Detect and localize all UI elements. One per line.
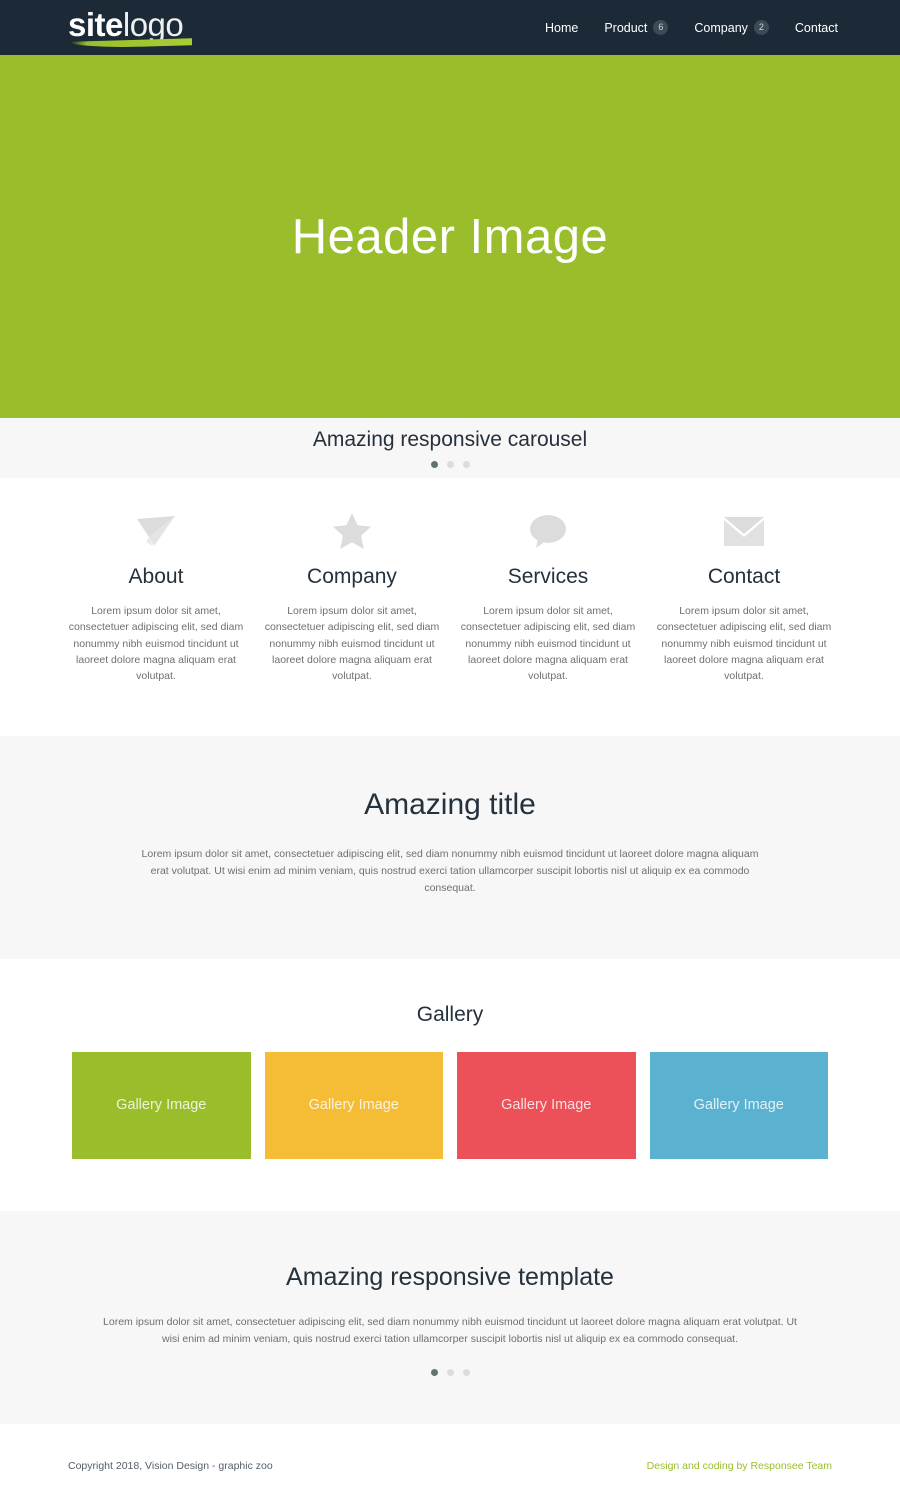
site-logo[interactable]: sitelogo — [68, 5, 192, 49]
responsive-template-section: Amazing responsive template Lorem ipsum … — [0, 1210, 900, 1425]
paper-plane-icon — [60, 510, 252, 552]
carousel-section: Amazing responsive carousel — [0, 418, 900, 478]
gallery-title: Gallery — [416, 1002, 484, 1026]
star-icon — [256, 510, 448, 552]
template-carousel-dots — [0, 1369, 900, 1377]
feature-title: Services — [507, 565, 589, 588]
site-footer: Copyright 2018, Vision Design - graphic … — [0, 1424, 900, 1507]
feature-text: Lorem ipsum dolor sit amet, consectetuer… — [264, 605, 440, 683]
gallery-tile[interactable]: Gallery Image — [264, 1051, 443, 1159]
template-dot-1[interactable] — [430, 1369, 438, 1377]
footer-copyright: Copyright 2018, Vision Design - graphic … — [68, 1459, 273, 1472]
nav-item-label: Contact — [794, 20, 838, 35]
gallery-section: Gallery Gallery Image Gallery Image Gall… — [0, 958, 900, 1211]
nav-item-product[interactable]: Product 6 — [604, 20, 669, 35]
feature-text: Lorem ipsum dolor sit amet, consectetuer… — [68, 605, 244, 683]
template-text: Lorem ipsum dolor sit amet, consectetuer… — [103, 1315, 797, 1345]
gallery-tile[interactable]: Gallery Image — [649, 1051, 828, 1159]
envelope-icon — [648, 510, 840, 552]
carousel-title: Amazing responsive carousel — [312, 428, 588, 451]
speech-bubble-icon — [452, 510, 644, 552]
nav-item-home[interactable]: Home — [545, 21, 578, 35]
feature-title: About — [128, 565, 184, 588]
gallery-tile-label: Gallery Image — [308, 1097, 399, 1114]
gallery-grid: Gallery Image Gallery Image Gallery Imag… — [0, 1051, 900, 1159]
hero-title: Header Image — [291, 209, 609, 264]
carousel-dot-3[interactable] — [462, 461, 470, 468]
site-header: sitelogo Home Product 6 Company 2 Contac… — [0, 0, 900, 55]
nav-item-contact[interactable]: Contact — [795, 21, 838, 35]
hero-banner: Header Image — [0, 55, 900, 418]
site-logo-text: sitelogo — [68, 5, 184, 43]
amazing-title: Amazing title — [364, 788, 536, 822]
nav-item-label: Home — [544, 20, 579, 35]
main-navigation: Home Product 6 Company 2 Contact — [545, 20, 838, 35]
gallery-tile-label: Gallery Image — [501, 1097, 592, 1114]
nav-badge-count: 2 — [753, 20, 769, 35]
nav-item-label: Product — [604, 20, 648, 35]
nav-item-company[interactable]: Company 2 — [694, 20, 769, 35]
logo-thin-part: logo — [122, 5, 184, 43]
template-title: Amazing responsive template — [286, 1262, 614, 1291]
footer-credit-link[interactable]: Design and coding by Responsee Team — [647, 1460, 832, 1472]
carousel-dot-1[interactable] — [430, 461, 438, 468]
feature-title: Contact — [707, 565, 781, 588]
template-dot-3[interactable] — [462, 1369, 470, 1377]
logo-bold-part: site — [68, 5, 123, 43]
feature-card-about: About Lorem ipsum dolor sit amet, consec… — [60, 510, 252, 684]
gallery-tile[interactable]: Gallery Image — [457, 1051, 636, 1159]
feature-card-services: Services Lorem ipsum dolor sit amet, con… — [452, 510, 644, 684]
carousel-dots — [430, 461, 470, 468]
amazing-title-section: Amazing title Lorem ipsum dolor sit amet… — [0, 736, 900, 959]
nav-badge-count: 6 — [653, 20, 669, 35]
feature-card-contact: Contact Lorem ipsum dolor sit amet, cons… — [648, 510, 840, 684]
amazing-text: Lorem ipsum dolor sit amet, consectetuer… — [141, 848, 759, 894]
nav-item-label: Company — [694, 20, 748, 35]
gallery-tile-label: Gallery Image — [693, 1097, 784, 1114]
gallery-tile[interactable]: Gallery Image — [72, 1051, 251, 1159]
feature-card-company: Company Lorem ipsum dolor sit amet, cons… — [256, 510, 448, 684]
gallery-tile-label: Gallery Image — [116, 1097, 207, 1114]
features-section: About Lorem ipsum dolor sit amet, consec… — [0, 478, 900, 737]
carousel-dot-2[interactable] — [446, 461, 454, 468]
feature-title: Company — [307, 565, 397, 588]
feature-text: Lorem ipsum dolor sit amet, consectetuer… — [460, 605, 636, 683]
feature-text: Lorem ipsum dolor sit amet, consectetuer… — [656, 605, 832, 683]
template-dot-2[interactable] — [446, 1369, 454, 1377]
